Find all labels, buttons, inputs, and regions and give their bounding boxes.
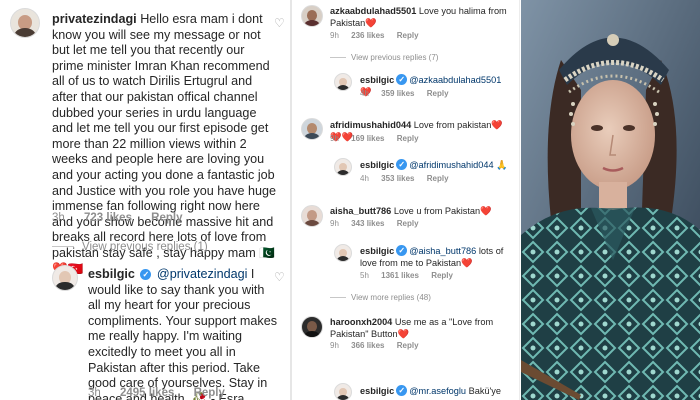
divider bbox=[330, 57, 346, 59]
reply-mention[interactable]: @privatezindagi bbox=[157, 267, 248, 281]
portrait-illustration bbox=[521, 0, 700, 400]
comment-time: 9h bbox=[330, 341, 339, 350]
reply-mention[interactable]: @azkaabdulahad5501 bbox=[409, 75, 501, 85]
view-previous-replies-button[interactable]: View previous replies (1) bbox=[52, 241, 208, 253]
reply-meta: 4h 353 likes Reply bbox=[360, 174, 459, 183]
avatar[interactable] bbox=[301, 5, 323, 27]
verified-badge-icon: ✓ bbox=[396, 74, 408, 85]
view-replies-label: View previous replies (7) bbox=[351, 53, 439, 62]
reply-likes[interactable]: 353 likes bbox=[381, 174, 414, 183]
view-previous-replies-button[interactable]: View previous replies (7) bbox=[330, 53, 438, 62]
reply-text: esbilgic ✓ @aisha_butt786 lots of love fro… bbox=[360, 245, 510, 270]
reply-emoji: ❤️ bbox=[461, 257, 473, 268]
reply-mention[interactable]: @afridimushahid044 bbox=[409, 160, 493, 170]
comment-likes[interactable]: 723 likes bbox=[84, 212, 132, 224]
left-comments-panel: privatezindagi Hello esra mam i dont kno… bbox=[0, 0, 292, 400]
verified-badge-icon: ✓ bbox=[396, 159, 408, 170]
comment-meta: 3h 723 likes Reply bbox=[52, 212, 199, 224]
avatar[interactable] bbox=[334, 73, 352, 91]
heart-icon[interactable]: ♡ bbox=[274, 16, 285, 30]
comment-body: Love from pakistan bbox=[413, 120, 492, 130]
view-more-replies-button[interactable]: View more replies (48) bbox=[330, 293, 431, 302]
comment-text: aisha_butt786 Love u from Pakistan❤️ bbox=[330, 206, 512, 218]
comment-body: Love u from Pakistan bbox=[393, 206, 481, 216]
verified-badge-icon: ✓ bbox=[396, 245, 408, 256]
avatar[interactable] bbox=[10, 8, 40, 38]
comment-text: haroonxh2004 Use me as a "Love from Paki… bbox=[330, 317, 512, 341]
avatar[interactable] bbox=[334, 244, 352, 262]
reply-time: 3h bbox=[88, 387, 101, 399]
verified-badge-icon: ✓ bbox=[140, 269, 152, 280]
comment-emoji: ❤️ bbox=[480, 206, 492, 216]
comment-time: 9h bbox=[330, 31, 339, 40]
reply-time: 5h bbox=[360, 271, 369, 280]
reply-button[interactable]: Reply bbox=[397, 134, 419, 143]
reply-likes[interactable]: 2495 likes bbox=[120, 387, 174, 399]
comment-time: 9h bbox=[330, 219, 339, 228]
reply-button[interactable]: Reply bbox=[427, 89, 449, 98]
reply-meta: 3h 2495 likes Reply bbox=[88, 387, 241, 399]
heart-icon[interactable]: ♡ bbox=[274, 270, 285, 284]
avatar[interactable] bbox=[301, 118, 323, 140]
comment-likes[interactable]: 236 likes bbox=[351, 31, 384, 40]
comment-username[interactable]: privatezindagi bbox=[52, 12, 137, 26]
avatar[interactable] bbox=[301, 316, 323, 338]
reply-text: esbilgic ✓ @privatezindagi I would like … bbox=[88, 267, 280, 400]
reply-body: I would like to say thank you with all m… bbox=[88, 267, 277, 400]
comment-likes[interactable]: 366 likes bbox=[351, 341, 384, 350]
reply-username[interactable]: esbilgic bbox=[360, 160, 394, 170]
reply-time: 4h bbox=[360, 174, 369, 183]
comment-meta: 9h 169 likes Reply bbox=[330, 134, 429, 143]
divider bbox=[330, 297, 346, 299]
comment-username[interactable]: afridimushahid044 bbox=[330, 120, 411, 130]
reply-button[interactable]: Reply bbox=[431, 271, 453, 280]
reply-button[interactable]: Reply bbox=[151, 212, 182, 224]
reply-button[interactable]: Reply bbox=[427, 174, 449, 183]
comment-emoji: ❤️ bbox=[365, 17, 377, 28]
verified-badge-icon: ✓ bbox=[396, 385, 408, 396]
view-replies-label: View more replies (48) bbox=[351, 293, 431, 302]
comment-time: 9h bbox=[330, 134, 339, 143]
reply-time: 4h bbox=[360, 89, 369, 98]
reply-button[interactable]: Reply bbox=[194, 387, 225, 399]
comment-meta: 9h 236 likes Reply bbox=[330, 31, 429, 40]
comment-text: privatezindagi Hello esra mam i dont kno… bbox=[52, 12, 277, 277]
comment-likes[interactable]: 169 likes bbox=[351, 134, 384, 143]
avatar[interactable] bbox=[301, 205, 323, 227]
avatar[interactable] bbox=[334, 383, 352, 400]
reply-username[interactable]: esbilgic bbox=[360, 75, 394, 85]
avatar[interactable] bbox=[52, 265, 78, 291]
portrait-photo bbox=[521, 0, 700, 400]
reply-text: esbilgic ✓ @mr.asefoglu Bakü'ye bbox=[360, 385, 515, 398]
comment-username[interactable]: haroonxh2004 bbox=[330, 317, 392, 327]
reply-likes[interactable]: 1361 likes bbox=[381, 271, 419, 280]
reply-button[interactable]: Reply bbox=[397, 341, 419, 350]
reply-username[interactable]: esbilgic bbox=[360, 386, 394, 396]
reply-likes[interactable]: 359 likes bbox=[381, 89, 414, 98]
reply-body: Bakü'ye bbox=[468, 386, 502, 396]
reply-username[interactable]: esbilgic bbox=[88, 267, 135, 281]
reply-emoji: 🙏 bbox=[496, 160, 508, 170]
reply-mention[interactable]: @mr.asefoglu bbox=[409, 386, 466, 396]
middle-comments-panel: azkaabdulahad5501 Love you halima from P… bbox=[296, 0, 520, 400]
reply-meta: 5h 1361 likes Reply bbox=[360, 271, 463, 280]
reply-text: esbilgic ✓ @afridimushahid044 🙏 bbox=[360, 159, 515, 172]
comment-emoji: ❤️ bbox=[397, 328, 410, 339]
divider bbox=[52, 246, 74, 248]
avatar[interactable] bbox=[334, 158, 352, 176]
comment-username[interactable]: azkaabdulahad5501 bbox=[330, 6, 416, 16]
reply-button[interactable]: Reply bbox=[397, 219, 419, 228]
reply-button[interactable]: Reply bbox=[397, 31, 419, 40]
comment-likes[interactable]: 343 likes bbox=[351, 219, 384, 228]
comment-meta: 9h 366 likes Reply bbox=[330, 341, 429, 350]
reply-meta: 4h 359 likes Reply bbox=[360, 89, 459, 98]
comment-text: azkaabdulahad5501 Love you halima from P… bbox=[330, 6, 512, 30]
reply-username[interactable]: esbilgic bbox=[360, 246, 394, 256]
comment-time: 3h bbox=[52, 212, 65, 224]
comment-username[interactable]: aisha_butt786 bbox=[330, 206, 391, 216]
reply-mention[interactable]: @aisha_butt786 bbox=[409, 246, 476, 256]
view-replies-label: View previous replies (1) bbox=[82, 241, 208, 253]
comment-meta: 9h 343 likes Reply bbox=[330, 219, 429, 228]
